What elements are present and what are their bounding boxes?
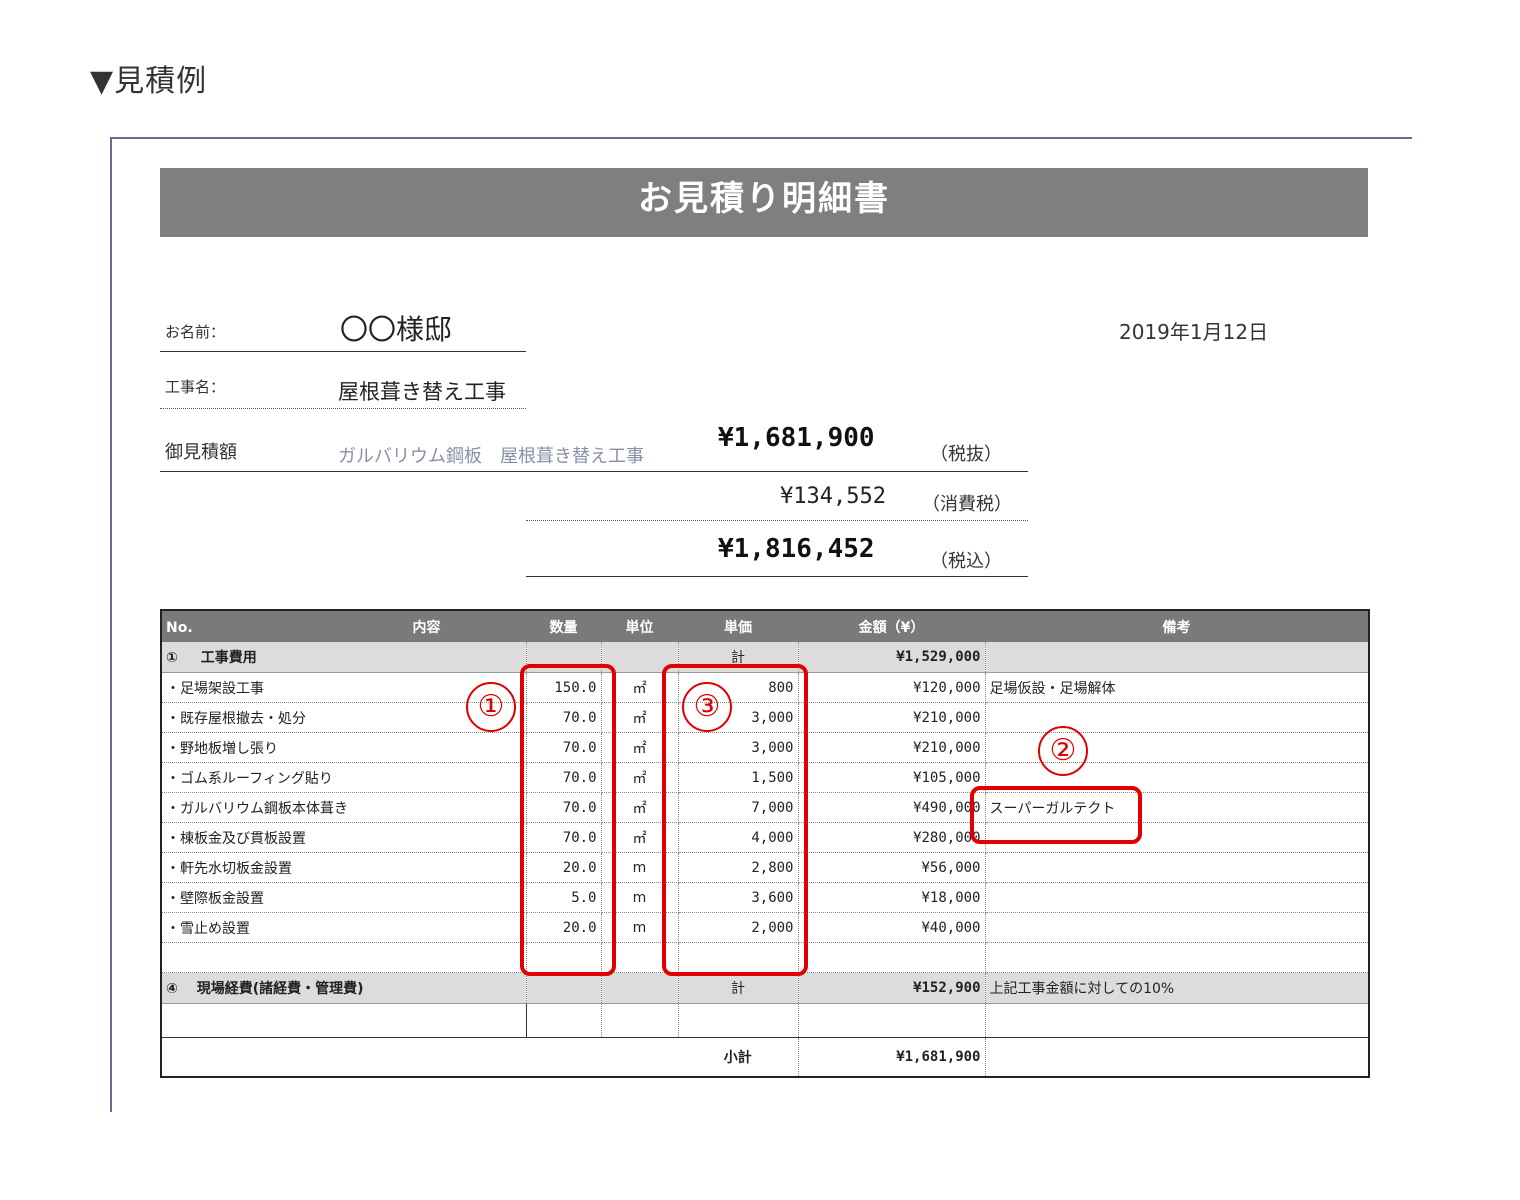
section4-unit bbox=[601, 972, 679, 1004]
item-amount: ¥210,000 bbox=[798, 732, 986, 763]
empty-cell bbox=[798, 942, 986, 973]
item-note: 足場仮設・足場解体 bbox=[985, 672, 1370, 703]
estimate-date: 2019年1月12日 bbox=[1119, 320, 1269, 344]
qty-highlight-box bbox=[520, 664, 616, 976]
subtotal-label: 小計 bbox=[678, 1037, 799, 1078]
page-heading: ▼見積例 bbox=[90, 64, 208, 99]
section1-name: 工事費用 bbox=[200, 650, 257, 666]
frame-left-border bbox=[110, 137, 112, 1112]
header-qty: 数量 bbox=[526, 610, 601, 642]
blank-cell bbox=[601, 1003, 679, 1038]
item-amount: ¥210,000 bbox=[798, 702, 986, 733]
incl-tax-label: （税込） bbox=[930, 551, 1002, 572]
section1-total: ¥1,529,000 bbox=[798, 642, 986, 673]
item-amount: ¥56,000 bbox=[798, 852, 986, 883]
subtotal-row: 小計 ¥1,681,900 bbox=[161, 1037, 1370, 1078]
item-name: ・壁際板金設置 bbox=[161, 882, 527, 913]
subtotal-value: ¥1,681,900 bbox=[798, 1037, 986, 1078]
header-content: 内容 bbox=[412, 619, 441, 636]
header-no: No. bbox=[166, 619, 193, 636]
annotation-two-icon: ② bbox=[1038, 726, 1088, 776]
annotation-three-icon: ③ bbox=[682, 682, 732, 732]
section4-name: 現場経費(諸経費・管理費) bbox=[196, 981, 364, 997]
header-amount: 金額（¥） bbox=[798, 610, 985, 642]
subtotal-blank bbox=[161, 1037, 526, 1078]
section-row-4: ④ 現場経費(諸経費・管理費) 計 ¥152,900 上記工事金額に対しての10… bbox=[161, 972, 1370, 1004]
header-unit: 単位 bbox=[601, 610, 678, 642]
item-name: ・棟板金及び貫板設置 bbox=[161, 822, 527, 853]
subtotal-blank bbox=[601, 1037, 678, 1078]
empty-cell bbox=[985, 942, 1370, 973]
item-name: ・軒先水切板金設置 bbox=[161, 852, 527, 883]
item-name: ・ガルバリウム鋼板本体葺き bbox=[161, 792, 527, 823]
empty-cell bbox=[161, 942, 527, 973]
blank-cell bbox=[798, 1003, 986, 1038]
table-header-row: No. 内容 数量 単位 単価 金額（¥） 備考 bbox=[161, 610, 1369, 642]
blank-cell bbox=[161, 1003, 527, 1038]
project-underline bbox=[160, 408, 526, 409]
item-name: ・野地板増し張り bbox=[161, 732, 527, 763]
item-note bbox=[985, 912, 1370, 943]
section4-qty bbox=[526, 972, 602, 1004]
header-cell: No. 内容 bbox=[161, 610, 526, 642]
customer-label: お名前： bbox=[165, 323, 226, 341]
estimate-label: 御見積額 bbox=[165, 442, 237, 463]
section4-kei: 計 bbox=[678, 972, 799, 1004]
item-name: ・雪止め設置 bbox=[161, 912, 527, 943]
item-amount: ¥40,000 bbox=[798, 912, 986, 943]
blank-cell bbox=[525, 1003, 602, 1038]
item-amount: ¥280,000 bbox=[798, 822, 986, 853]
section4-total: ¥152,900 bbox=[798, 972, 986, 1004]
section1-title-cell: ① 工事費用 bbox=[161, 642, 527, 673]
blank-cell bbox=[678, 1003, 799, 1038]
document-title: お見積り明細書 bbox=[160, 168, 1368, 237]
subtotal-blank bbox=[526, 1037, 601, 1078]
section4-no: ④ bbox=[166, 981, 178, 997]
tax-underline bbox=[526, 520, 1028, 521]
amount-excl-tax: ¥1,681,900 bbox=[718, 423, 875, 453]
project-label: 工事名： bbox=[165, 378, 226, 396]
item-note bbox=[985, 852, 1370, 883]
subtotal-note bbox=[985, 1037, 1370, 1078]
customer-underline bbox=[160, 351, 526, 352]
amount-incl-tax: ¥1,816,452 bbox=[718, 534, 875, 564]
annotation-one-icon: ① bbox=[466, 682, 516, 732]
item-note bbox=[985, 882, 1370, 913]
header-note: 備考 bbox=[985, 610, 1369, 642]
project-name: 屋根葺き替え工事 bbox=[338, 380, 506, 404]
estimate-description: ガルバリウム鋼板 屋根葺き替え工事 bbox=[338, 446, 644, 467]
item-amount: ¥18,000 bbox=[798, 882, 986, 913]
header-price: 単価 bbox=[678, 610, 798, 642]
item-note bbox=[985, 702, 1370, 733]
frame-top-border bbox=[110, 137, 1412, 139]
excl-tax-label: （税抜） bbox=[930, 444, 1002, 465]
amount-tax: ¥134,552 bbox=[780, 484, 886, 509]
estimate-underline bbox=[160, 471, 1028, 472]
section1-no: ① bbox=[166, 650, 178, 666]
section1-note bbox=[985, 642, 1370, 673]
item-name: ・ゴム系ルーフィング貼り bbox=[161, 762, 527, 793]
note-highlight-box bbox=[970, 786, 1142, 844]
customer-name: 〇〇様邸 bbox=[340, 313, 453, 346]
blank-cell bbox=[985, 1003, 1370, 1038]
item-amount: ¥105,000 bbox=[798, 762, 986, 793]
item-amount: ¥120,000 bbox=[798, 672, 986, 703]
incl-tax-underline bbox=[526, 576, 1028, 577]
section4-title-cell: ④ 現場経費(諸経費・管理費) bbox=[161, 972, 527, 1004]
blank-row bbox=[161, 1003, 1370, 1038]
tax-label: （消費税） bbox=[922, 494, 1012, 515]
section4-note: 上記工事金額に対しての10% bbox=[985, 972, 1370, 1004]
item-amount: ¥490,000 bbox=[798, 792, 986, 823]
